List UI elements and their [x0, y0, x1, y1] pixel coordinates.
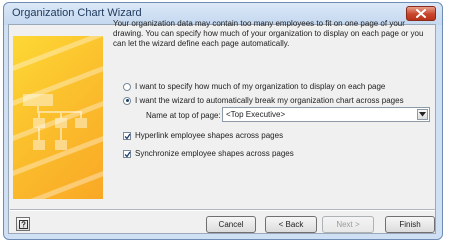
next-button[interactable]: Next >: [322, 216, 374, 233]
hyperlink-option[interactable]: Hyperlink employee shapes across pages: [123, 131, 283, 140]
close-icon: [416, 9, 426, 18]
auto-option[interactable]: I want the wizard to automatically break…: [123, 96, 404, 105]
wizard-body: [8, 24, 436, 234]
checkmark-icon: [124, 151, 131, 158]
synchronize-label: Synchronize employee shapes across pages: [135, 149, 294, 158]
help-icon: [18, 219, 28, 229]
back-button[interactable]: < Back: [265, 216, 317, 233]
hyperlink-label: Hyperlink employee shapes across pages: [135, 131, 284, 140]
manual-radio[interactable]: [123, 82, 131, 91]
finish-button[interactable]: Finish: [385, 216, 435, 233]
dropdown-button[interactable]: [417, 109, 428, 120]
org-chart-illustration: [13, 36, 103, 199]
name-at-top-select[interactable]: <Top Executive>: [222, 107, 430, 122]
org-chart-icon: [13, 36, 103, 199]
synchronize-option[interactable]: Synchronize employee shapes across pages: [123, 149, 294, 158]
help-button[interactable]: [16, 217, 30, 231]
name-at-top-label: Name at top of page:: [146, 111, 221, 120]
cancel-button[interactable]: Cancel: [206, 216, 256, 233]
auto-radio[interactable]: [123, 96, 131, 105]
manual-option[interactable]: I want to specify how much of my organiz…: [123, 82, 385, 91]
intro-text: Your organization data may contain too m…: [113, 19, 424, 48]
chevron-down-icon: [419, 112, 426, 117]
window-title: Organization Chart Wizard: [12, 7, 142, 19]
hyperlink-checkbox[interactable]: [123, 131, 131, 140]
auto-option-label: I want the wizard to automatically break…: [135, 96, 404, 105]
footer-divider: [10, 209, 435, 211]
checkmark-icon: [124, 133, 131, 140]
manual-option-label: I want to specify how much of my organiz…: [135, 82, 386, 91]
synchronize-checkbox[interactable]: [123, 149, 131, 158]
name-at-top-value: <Top Executive>: [226, 110, 286, 119]
